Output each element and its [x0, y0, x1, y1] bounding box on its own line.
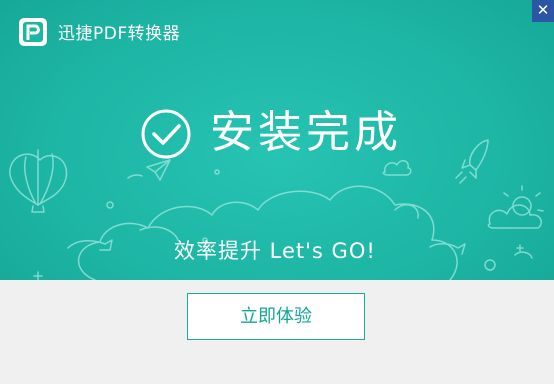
app-logo-icon [19, 18, 47, 46]
close-button[interactable]: ✕ [532, 0, 554, 22]
hero-banner: 迅捷PDF转换器 ✕ 安装完成 效率提升 Let's GO! [0, 0, 554, 280]
install-complete-heading: 安装完成 [210, 107, 402, 158]
rocket-icon [455, 139, 489, 184]
close-icon: ✕ [536, 1, 550, 19]
slogan-text: 效率提升 Let's GO! [174, 239, 376, 263]
cloud-icon [77, 185, 458, 280]
hot-air-balloon-icon [9, 149, 68, 213]
try-now-button[interactable]: 立即体验 [187, 293, 365, 340]
installer-window: 迅捷PDF转换器 ✕ 安装完成 效率提升 Let's GO! 立即体验 [0, 0, 554, 384]
sun-icon [503, 185, 544, 216]
app-title: 迅捷PDF转换器 [58, 24, 181, 44]
paper-plane-icon [127, 159, 171, 181]
check-circle-icon [141, 109, 191, 159]
